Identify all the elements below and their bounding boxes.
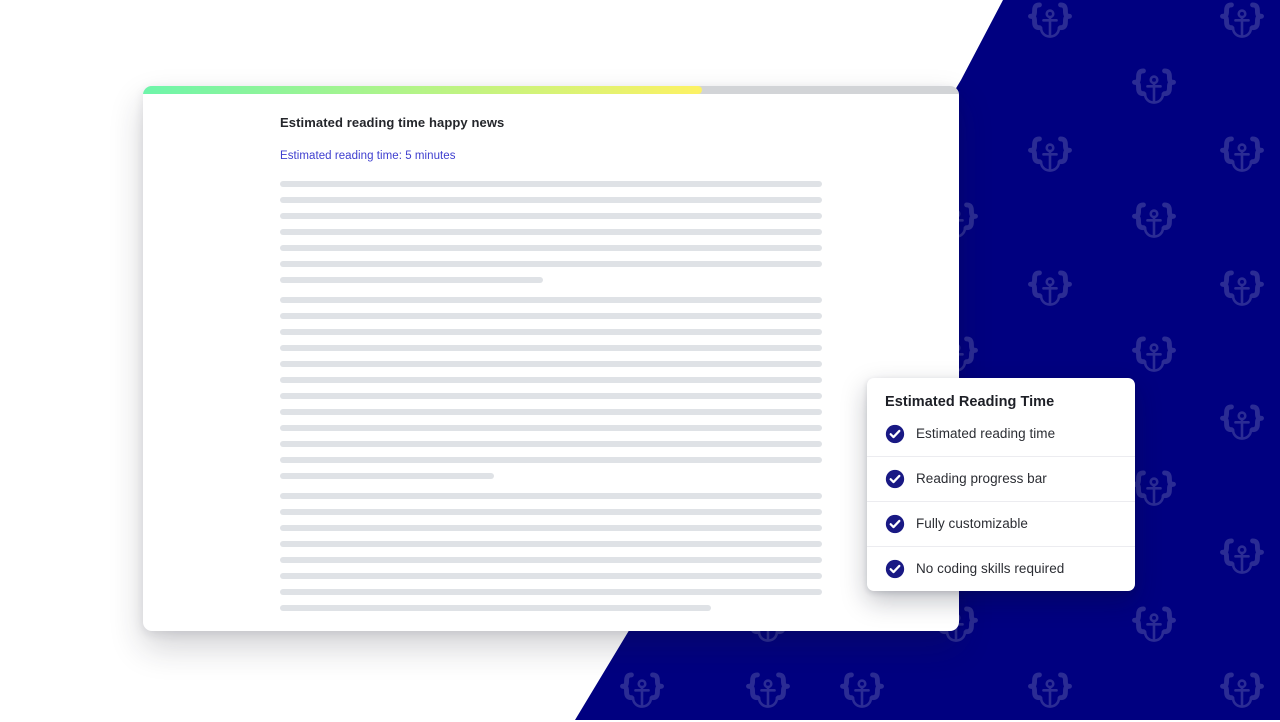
skeleton-line [280,361,822,367]
skeleton-line [280,329,822,335]
anchor-in-braces-icon [1128,468,1180,520]
anchor-in-braces-icon [1024,0,1076,52]
feature-list-item: Reading progress bar [867,456,1135,501]
anchor-in-braces-icon [1128,334,1180,386]
skeleton-line [280,493,822,499]
feature-item-label: No coding skills required [916,560,1065,576]
feature-item-label: Fully customizable [916,515,1028,531]
skeleton-paragraph [280,283,822,479]
skeleton-line [280,197,822,203]
estimated-reading-time-label: Estimated reading time: 5 minutes [280,150,456,162]
promo-screenshot: Estimated reading time happy news Estima… [0,0,1280,720]
anchor-in-braces-icon [1216,670,1268,720]
skeleton-line [280,213,822,219]
anchor-in-braces-icon [1216,134,1268,186]
anchor-in-braces-icon [1128,604,1180,656]
feature-item-label: Estimated reading time [916,425,1056,441]
feature-list-item: Fully customizable [867,501,1135,546]
skeleton-line [280,605,711,611]
anchor-in-braces-icon [1216,0,1268,52]
feature-list-item: Estimated reading time [867,419,1135,456]
feature-item-label: Reading progress bar [916,470,1047,486]
document-body: Estimated reading time happy news Estima… [280,115,822,611]
skeleton-line [280,425,822,431]
skeleton-line [280,525,822,531]
page-title: Estimated reading time happy news [280,115,505,130]
skeleton-line [280,181,822,187]
skeleton-paragraph [280,162,822,283]
skeleton-paragraph [280,479,822,611]
skeleton-line [280,313,822,319]
skeleton-line [280,245,822,251]
anchor-in-braces-icon [1024,134,1076,186]
anchor-in-braces-icon [742,670,794,720]
feature-list-card: Estimated Reading Time Estimated reading… [867,378,1135,591]
skeleton-line [280,261,822,267]
check-circle-icon [885,514,905,534]
skeleton-line [280,345,822,351]
feature-list-item: No coding skills required [867,546,1135,591]
skeleton-line [280,509,822,515]
anchor-in-braces-icon [1128,66,1180,118]
skeleton-content [280,162,822,611]
skeleton-line [280,409,822,415]
anchor-in-braces-icon [1128,200,1180,252]
skeleton-line [280,541,822,547]
document-preview-card: Estimated reading time happy news Estima… [143,86,959,631]
skeleton-line [280,573,822,579]
skeleton-line [280,457,822,463]
skeleton-line [280,589,822,595]
anchor-in-braces-icon [836,670,888,720]
check-circle-icon [885,424,905,444]
check-circle-icon [885,559,905,579]
anchor-in-braces-icon [1216,268,1268,320]
skeleton-line [280,393,822,399]
anchor-in-braces-icon [1216,536,1268,588]
skeleton-line [280,297,822,303]
anchor-in-braces-icon [1216,402,1268,454]
skeleton-line [280,557,822,563]
anchor-in-braces-icon [616,670,668,720]
skeleton-line [280,229,822,235]
feature-card-title: Estimated Reading Time [885,394,1055,410]
skeleton-line [280,441,822,447]
reading-progress-bar [143,86,702,94]
check-circle-icon [885,469,905,489]
skeleton-line [280,377,822,383]
reading-progress-track [143,86,959,94]
anchor-in-braces-icon [1024,268,1076,320]
anchor-in-braces-icon [1024,670,1076,720]
